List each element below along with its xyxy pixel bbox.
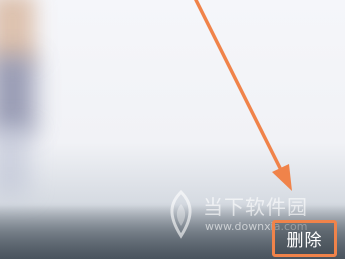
delete-button[interactable]: 删除 — [272, 220, 337, 257]
blurred-thumbnail-middle — [0, 55, 35, 135]
app-screen: 当下软件园 www.downxia.com 删除 — [0, 0, 345, 259]
delete-button-label: 删除 — [286, 231, 323, 251]
blurred-thumbnail-bottom — [0, 125, 30, 195]
